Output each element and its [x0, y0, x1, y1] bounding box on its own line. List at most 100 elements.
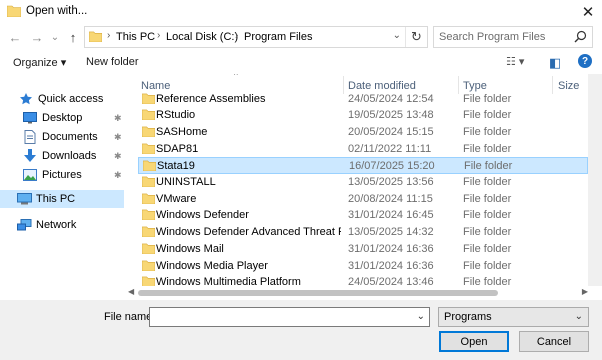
file-name-combobox[interactable]: ⌄	[149, 307, 430, 327]
organize-button[interactable]: Organize ▾	[13, 56, 66, 69]
file-name: Windows Media Player	[156, 259, 268, 272]
pin-icon: ✱	[114, 112, 122, 123]
file-date-modified: 24/05/2024 12:54	[348, 92, 434, 105]
search-icon	[574, 30, 587, 46]
breadcrumb-separator: ›	[235, 30, 239, 41]
vertical-scrollbar[interactable]	[588, 74, 602, 286]
scroll-thumb[interactable]	[138, 290, 498, 296]
preview-pane-icon[interactable]: ◧	[549, 55, 561, 71]
file-type: File folder	[463, 192, 512, 205]
folder-icon	[142, 160, 157, 174]
file-name: UNINSTALL	[156, 176, 216, 188]
sidebar-item-network[interactable]: Network	[16, 216, 76, 234]
folder-icon	[141, 209, 156, 223]
sidebar-item-documents[interactable]: Documents ✱	[22, 128, 124, 146]
view-options-icon[interactable]: ☷ ▾	[506, 55, 524, 68]
nav-label: Documents	[42, 131, 98, 143]
help-icon[interactable]: ?	[578, 54, 592, 68]
file-row[interactable]: UNINSTALL 13/05/2025 13:56 File folder	[138, 174, 588, 191]
nav-label: Downloads	[42, 150, 97, 162]
file-name: Stata19	[157, 160, 195, 173]
folder-icon	[141, 109, 156, 123]
file-row[interactable]: Windows Media Player 31/01/2024 16:36 File…	[138, 258, 588, 275]
address-bar[interactable]: › This PC › Local Disk (C:) › Program Fi…	[84, 26, 428, 48]
chevron-down-icon[interactable]: ⌄	[417, 311, 425, 322]
file-date-modified: 20/05/2024 15:15	[348, 125, 434, 138]
pictures-icon	[22, 167, 38, 183]
scroll-left-icon[interactable]: ◀	[128, 287, 134, 296]
folder-icon	[6, 5, 22, 20]
sidebar-item-downloads[interactable]: Downloads ✱	[22, 147, 124, 165]
recent-locations-icon[interactable]: ⌄	[46, 28, 64, 46]
back-arrow-icon[interactable]: ←	[6, 28, 24, 46]
chevron-down-icon[interactable]: ⌄	[393, 30, 401, 41]
close-icon[interactable]: ✕	[574, 0, 602, 24]
file-row[interactable]: SASHome 20/05/2024 15:15 File folder	[138, 124, 588, 141]
open-button[interactable]: Open	[439, 331, 509, 352]
file-name-label: File name:	[104, 311, 156, 323]
breadcrumb-local-disk[interactable]: Local Disk (C:)	[166, 31, 238, 43]
scroll-right-icon[interactable]: ▶	[582, 287, 588, 296]
folder-icon	[141, 176, 156, 190]
file-row[interactable]: RStudio 19/05/2025 13:48 File folder	[138, 107, 588, 124]
file-name: Reference Assemblies	[156, 92, 266, 105]
refresh-icon[interactable]: ↻	[405, 27, 427, 47]
search-input[interactable]	[434, 27, 568, 47]
file-row[interactable]: Windows Defender 31/01/2024 16:45 File fol…	[138, 207, 588, 224]
documents-icon	[22, 129, 38, 145]
nav-label: Quick access	[38, 93, 104, 105]
file-row[interactable]: SDAP81 02/11/2022 11:11 File folder	[138, 141, 588, 158]
folder-icon	[141, 243, 156, 257]
file-type-filter[interactable]: Programs ⌄	[438, 307, 589, 327]
folder-icon	[141, 276, 156, 286]
cancel-button[interactable]: Cancel	[519, 331, 589, 352]
folder-icon	[141, 143, 156, 157]
up-arrow-icon[interactable]: ↑	[64, 28, 82, 46]
folder-icon	[141, 260, 156, 274]
search-box[interactable]	[433, 26, 593, 48]
file-date-modified: 31/01/2024 16:36	[348, 242, 434, 255]
sidebar-item-this-pc[interactable]: This PC	[0, 190, 124, 208]
file-date-modified: 02/11/2022 11:11	[348, 142, 432, 155]
file-row[interactable]: Windows Mail 31/01/2024 16:36 File folder	[138, 241, 588, 258]
file-name: RStudio	[156, 109, 196, 122]
file-type: File folder	[463, 109, 512, 122]
file-type: File folder	[464, 160, 513, 173]
breadcrumb-separator: ›	[157, 30, 161, 41]
file-row[interactable]: Reference Assemblies 24/05/2024 12:54 File…	[138, 91, 588, 108]
file-type: File folder	[463, 92, 512, 105]
breadcrumb-this-pc[interactable]: This PC	[116, 31, 155, 43]
breadcrumb-separator: ›	[107, 30, 111, 41]
file-type: File folder	[463, 209, 512, 222]
chevron-down-icon: ⌄	[574, 311, 583, 322]
download-arrow-icon	[22, 148, 38, 164]
command-bar: Organize ▾ New folder ☷ ▾ ◧ ?	[0, 50, 602, 74]
file-name-input[interactable]	[150, 308, 410, 326]
desktop-icon	[22, 110, 38, 126]
file-type: File folder	[463, 142, 512, 155]
file-row[interactable]: Windows Defender Advanced Threat Prot...…	[138, 224, 588, 241]
new-folder-button[interactable]: New folder	[86, 56, 139, 68]
file-type: File folder	[463, 226, 512, 239]
nav-quick-access[interactable]: Quick access	[18, 90, 103, 108]
sidebar-item-desktop[interactable]: Desktop ✱	[22, 109, 124, 127]
file-type: File folder	[463, 276, 512, 286]
network-icon	[16, 217, 32, 233]
file-type: File folder	[463, 242, 512, 255]
file-type: File folder	[463, 176, 512, 188]
horizontal-scrollbar[interactable]: ◀ ▶	[128, 287, 588, 299]
file-name: SDAP81	[156, 142, 199, 155]
navigation-pane: Quick access Desktop ✱ Documents ✱ Downl…	[0, 76, 124, 290]
file-type-value: Programs	[444, 311, 492, 323]
file-row[interactable]: Windows Multimedia Platform 24/05/2024 13…	[138, 274, 588, 286]
folder-icon	[141, 193, 156, 207]
star-icon	[18, 91, 34, 107]
breadcrumb-program-files[interactable]: Program Files	[244, 31, 312, 43]
file-row[interactable]: VMware 20/08/2024 11:15 File folder	[138, 191, 588, 208]
file-row[interactable]: Stata19 16/07/2025 15:20 File folder	[138, 157, 588, 174]
nav-label: This PC	[36, 193, 76, 205]
file-name: Windows Mail	[156, 242, 224, 255]
forward-arrow-icon[interactable]: →	[28, 28, 46, 46]
nav-label: Pictures	[42, 169, 82, 181]
sidebar-item-pictures[interactable]: Pictures ✱	[22, 166, 124, 184]
